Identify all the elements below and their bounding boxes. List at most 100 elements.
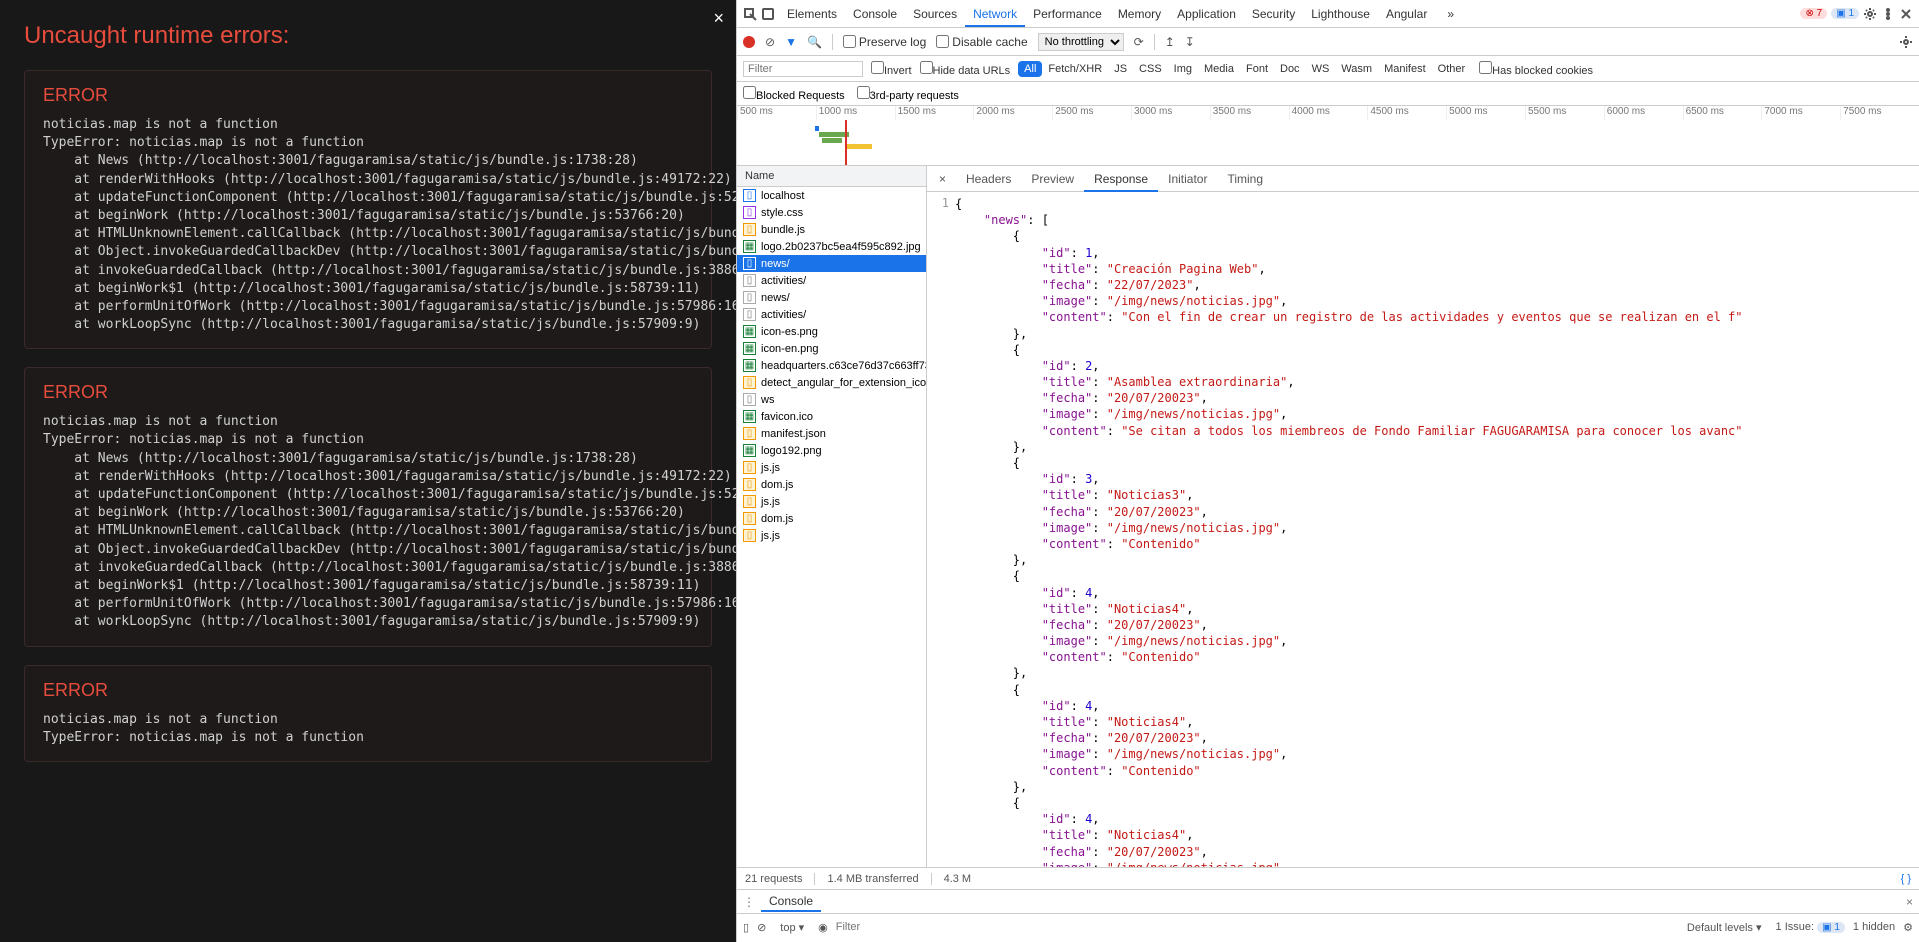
- filter-chip-manifest[interactable]: Manifest: [1378, 61, 1432, 77]
- error-badge[interactable]: ⊗ 7: [1800, 8, 1827, 19]
- blocked-requests-checkbox[interactable]: Blocked Requests: [743, 86, 845, 102]
- response-body[interactable]: 1 { "news": [ { "id": 1, "title": "Creac…: [927, 192, 1919, 867]
- tab-angular[interactable]: Angular: [1378, 3, 1435, 25]
- filter-icon[interactable]: ▼: [785, 35, 797, 49]
- context-select[interactable]: top ▾: [774, 920, 810, 935]
- drawer-menu-icon[interactable]: ⋮: [743, 895, 755, 909]
- wifi-icon[interactable]: ⟳: [1134, 35, 1144, 49]
- devtools-tabs: ElementsConsoleSourcesNetworkPerformance…: [737, 0, 1919, 28]
- request-name: dom.js: [761, 513, 793, 525]
- disable-cache-checkbox[interactable]: Disable cache: [936, 35, 1027, 49]
- close-icon[interactable]: ×: [713, 8, 724, 29]
- wf-tick: 5000 ms: [1446, 106, 1525, 120]
- request-row[interactable]: ▯dom.js: [737, 510, 926, 527]
- issues-badge[interactable]: ▣ 1: [1831, 8, 1859, 19]
- record-icon[interactable]: [743, 36, 755, 48]
- filter-chip-css[interactable]: CSS: [1133, 61, 1168, 77]
- request-row[interactable]: ▯manifest.json: [737, 425, 926, 442]
- close-drawer-icon[interactable]: ×: [1906, 895, 1913, 909]
- device-icon[interactable]: [761, 7, 775, 21]
- request-list[interactable]: Name ▯localhost▯style.css▯bundle.js▦logo…: [737, 166, 927, 867]
- clear-console-icon[interactable]: ⊘: [757, 921, 766, 934]
- console-tab[interactable]: Console: [761, 892, 821, 912]
- request-row[interactable]: ▦headquarters.c63ce76d37c663ff73f0…: [737, 357, 926, 374]
- pretty-print-icon[interactable]: { }: [1901, 873, 1911, 885]
- filter-chip-media[interactable]: Media: [1198, 61, 1240, 77]
- detail-tab-headers[interactable]: Headers: [956, 168, 1021, 190]
- request-row[interactable]: ▯localhost: [737, 187, 926, 204]
- request-row[interactable]: ▦logo192.png: [737, 442, 926, 459]
- request-row[interactable]: ▯news/: [737, 255, 926, 272]
- name-column-header[interactable]: Name: [737, 166, 926, 187]
- request-row[interactable]: ▦favicon.ico: [737, 408, 926, 425]
- kebab-icon[interactable]: [1881, 7, 1895, 21]
- tab-elements[interactable]: Elements: [779, 3, 845, 25]
- filter-input[interactable]: [743, 61, 863, 77]
- detail-tab-response[interactable]: Response: [1084, 168, 1158, 192]
- request-row[interactable]: ▯detect_angular_for_extension_icon_b…: [737, 374, 926, 391]
- close-detail-icon[interactable]: ×: [931, 172, 954, 186]
- xhr-icon: ▯: [743, 274, 756, 287]
- preserve-log-checkbox[interactable]: Preserve log: [843, 35, 926, 49]
- sidebar-toggle-icon[interactable]: ▯: [743, 921, 749, 934]
- blocked-cookies-checkbox[interactable]: Has blocked cookies: [1479, 61, 1593, 77]
- filter-chip-doc[interactable]: Doc: [1274, 61, 1306, 77]
- tab-security[interactable]: Security: [1244, 3, 1303, 25]
- gear-icon[interactable]: ⚙: [1903, 921, 1913, 934]
- invert-checkbox[interactable]: Invert: [871, 61, 912, 77]
- filter-chip-all[interactable]: All: [1018, 61, 1042, 77]
- live-expression-icon[interactable]: ◉: [818, 921, 828, 934]
- issues-label[interactable]: 1 Issue: ▣ 1: [1776, 921, 1845, 933]
- tab-lighthouse[interactable]: Lighthouse: [1303, 3, 1378, 25]
- filter-chip-fetch-xhr[interactable]: Fetch/XHR: [1042, 61, 1108, 77]
- waterfall-overview[interactable]: 500 ms1000 ms1500 ms2000 ms2500 ms3000 m…: [737, 106, 1919, 166]
- request-row[interactable]: ▯js.js: [737, 493, 926, 510]
- hide-dataurls-checkbox[interactable]: Hide data URLs: [920, 61, 1011, 77]
- filter-chip-wasm[interactable]: Wasm: [1335, 61, 1378, 77]
- tab-memory[interactable]: Memory: [1110, 3, 1169, 25]
- tab-application[interactable]: Application: [1169, 3, 1244, 25]
- request-name: localhost: [761, 190, 804, 202]
- filter-chip-img[interactable]: Img: [1168, 61, 1198, 77]
- console-filter-input[interactable]: [836, 921, 1673, 933]
- request-row[interactable]: ▯js.js: [737, 527, 926, 544]
- tab-sources[interactable]: Sources: [905, 3, 965, 25]
- throttling-select[interactable]: No throttling: [1038, 33, 1124, 51]
- request-row[interactable]: ▦icon-en.png: [737, 340, 926, 357]
- request-row[interactable]: ▯activities/: [737, 306, 926, 323]
- request-row[interactable]: ▯style.css: [737, 204, 926, 221]
- request-row[interactable]: ▯news/: [737, 289, 926, 306]
- filter-chip-font[interactable]: Font: [1240, 61, 1274, 77]
- gear-icon[interactable]: [1899, 35, 1913, 49]
- request-row[interactable]: ▦logo.2b0237bc5ea4f595c892.jpg: [737, 238, 926, 255]
- request-row[interactable]: ▯ws: [737, 391, 926, 408]
- request-row[interactable]: ▦icon-es.png: [737, 323, 926, 340]
- thirdparty-checkbox[interactable]: 3rd-party requests: [857, 86, 959, 102]
- detail-tab-preview[interactable]: Preview: [1021, 168, 1084, 190]
- upload-icon[interactable]: ↥: [1165, 35, 1175, 49]
- request-row[interactable]: ▯activities/: [737, 272, 926, 289]
- filter-chip-js[interactable]: JS: [1108, 61, 1133, 77]
- detail-tab-initiator[interactable]: Initiator: [1158, 168, 1217, 190]
- img-icon: ▦: [743, 240, 756, 253]
- tab-network[interactable]: Network: [965, 3, 1025, 27]
- detail-tab-timing[interactable]: Timing: [1217, 168, 1273, 190]
- request-row[interactable]: ▯bundle.js: [737, 221, 926, 238]
- tab-performance[interactable]: Performance: [1025, 3, 1110, 25]
- request-row[interactable]: ▯js.js: [737, 459, 926, 476]
- search-icon[interactable]: 🔍: [807, 35, 822, 49]
- close-devtools-icon[interactable]: [1899, 7, 1913, 21]
- filter-chip-other[interactable]: Other: [1432, 61, 1472, 77]
- tab-console[interactable]: Console: [845, 3, 905, 25]
- tabs-more[interactable]: »: [1439, 3, 1462, 25]
- wf-tick: 2000 ms: [973, 106, 1052, 120]
- clear-icon[interactable]: ⊘: [765, 35, 775, 49]
- wf-tick: 1000 ms: [816, 106, 895, 120]
- line-gutter: 1: [931, 196, 955, 863]
- filter-chip-ws[interactable]: WS: [1306, 61, 1336, 77]
- request-row[interactable]: ▯dom.js: [737, 476, 926, 493]
- gear-icon[interactable]: [1863, 7, 1877, 21]
- levels-select[interactable]: Default levels ▾: [1681, 920, 1768, 935]
- inspect-icon[interactable]: [743, 7, 757, 21]
- download-icon[interactable]: ↧: [1185, 35, 1195, 49]
